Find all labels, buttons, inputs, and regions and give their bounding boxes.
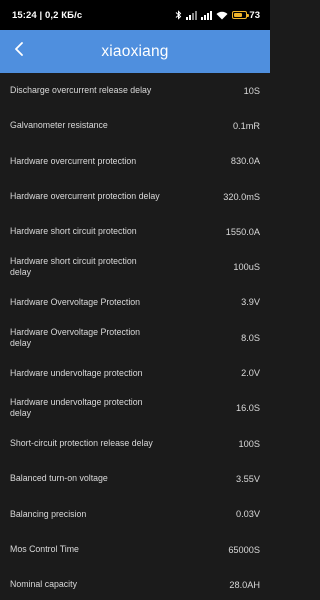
- parameter-value: 100S: [238, 438, 260, 449]
- parameter-label: Discharge overcurrent release delay: [10, 85, 152, 96]
- parameter-label: Galvanometer resistance: [10, 120, 108, 131]
- parameter-list: Discharge overcurrent release delay 10S Ga…: [0, 73, 270, 600]
- parameter-label: Hardware undervoltage protection: [10, 367, 143, 378]
- status-time-speed: 15:24 | 0,2 КБ/с: [12, 9, 83, 21]
- parameter-row[interactable]: Balanced turn-on voltage 3.55V: [0, 461, 270, 496]
- back-button[interactable]: [4, 30, 34, 73]
- parameter-row[interactable]: Discharge overcurrent release delay 10S: [0, 73, 270, 108]
- parameter-row[interactable]: Hardware undervoltage protection 2.0V: [0, 355, 270, 390]
- parameter-label: Short-circuit protection release delay: [10, 438, 153, 449]
- parameter-value: 65000S: [228, 544, 260, 555]
- parameter-row[interactable]: Hardware overcurrent protection 830.0A: [0, 144, 270, 179]
- parameter-row[interactable]: Hardware undervoltage protection delay 16…: [0, 391, 270, 426]
- parameter-row[interactable]: Hardware overcurrent protection delay 320…: [0, 179, 270, 214]
- parameter-row[interactable]: Hardware short circuit protection delay 1…: [0, 249, 270, 284]
- battery-indicator: 73: [232, 10, 260, 21]
- parameter-row[interactable]: Mos Control Time 65000S: [0, 532, 270, 567]
- app-screen: 15:24 | 0,2 КБ/с 73 xiaoxiang Discharge …: [0, 0, 270, 600]
- parameter-label: Balancing precision: [10, 508, 87, 519]
- status-bar: 15:24 | 0,2 КБ/с 73: [0, 0, 270, 30]
- battery-percent: 73: [249, 9, 260, 21]
- battery-icon: [232, 11, 250, 19]
- cellular-signal-icon: [186, 10, 198, 20]
- parameter-row[interactable]: Hardware Overvoltage Protection 3.9V: [0, 285, 270, 320]
- parameter-label: Hardware Overvoltage Protection delay: [10, 326, 141, 348]
- parameter-value: 0.1mR: [232, 120, 260, 131]
- parameter-value: 320.0mS: [223, 191, 260, 202]
- bluetooth-icon: [175, 10, 182, 20]
- parameter-value: 10S: [243, 85, 260, 96]
- parameter-value: 3.9V: [241, 297, 260, 308]
- parameter-label: Balanced turn-on voltage: [10, 473, 108, 484]
- parameter-value: 1550.0A: [225, 226, 260, 237]
- parameter-label: Mos Control Time: [10, 544, 79, 554]
- parameter-label: Nominal capacity: [10, 579, 77, 590]
- parameter-label: Hardware overcurrent protection delay: [10, 191, 160, 202]
- parameter-value: 0.03V: [235, 509, 260, 520]
- parameter-row[interactable]: Galvanometer resistance 0.1mR: [0, 108, 270, 143]
- parameter-value: 100uS: [233, 262, 260, 273]
- wifi-icon: [216, 11, 228, 20]
- parameter-label: Hardware undervoltage protection delay: [10, 397, 143, 419]
- parameter-value: 28.0AH: [229, 579, 260, 590]
- parameter-value: 16.0S: [235, 403, 260, 414]
- cellular-signal-icon-2: [201, 10, 213, 20]
- parameter-label: Hardware short circuit protection: [10, 226, 137, 237]
- parameter-row[interactable]: Hardware Overvoltage Protection delay 8.0…: [0, 320, 270, 355]
- page-title: xiaoxiang: [101, 42, 169, 60]
- chevron-left-icon: [14, 42, 24, 61]
- parameter-row[interactable]: Nominal capacity 28.0AH: [0, 567, 270, 600]
- parameter-value: 8.0S: [241, 332, 260, 343]
- parameter-label: Hardware short circuit protection delay: [10, 256, 137, 278]
- parameter-row[interactable]: Hardware short circuit protection 1550.0A: [0, 214, 270, 249]
- parameter-row[interactable]: Short-circuit protection release delay 10…: [0, 426, 270, 461]
- parameter-label: Hardware overcurrent protection: [10, 155, 137, 166]
- app-header: xiaoxiang: [0, 30, 270, 73]
- parameter-value: 830.0A: [230, 156, 260, 167]
- parameter-label: Hardware Overvoltage Protection: [10, 296, 141, 307]
- parameter-value: 3.55V: [235, 473, 260, 484]
- status-icons: 73: [175, 10, 260, 21]
- battery-level-fill: [234, 13, 243, 17]
- parameter-value: 2.0V: [241, 368, 260, 379]
- parameter-row[interactable]: Balancing precision 0.03V: [0, 497, 270, 532]
